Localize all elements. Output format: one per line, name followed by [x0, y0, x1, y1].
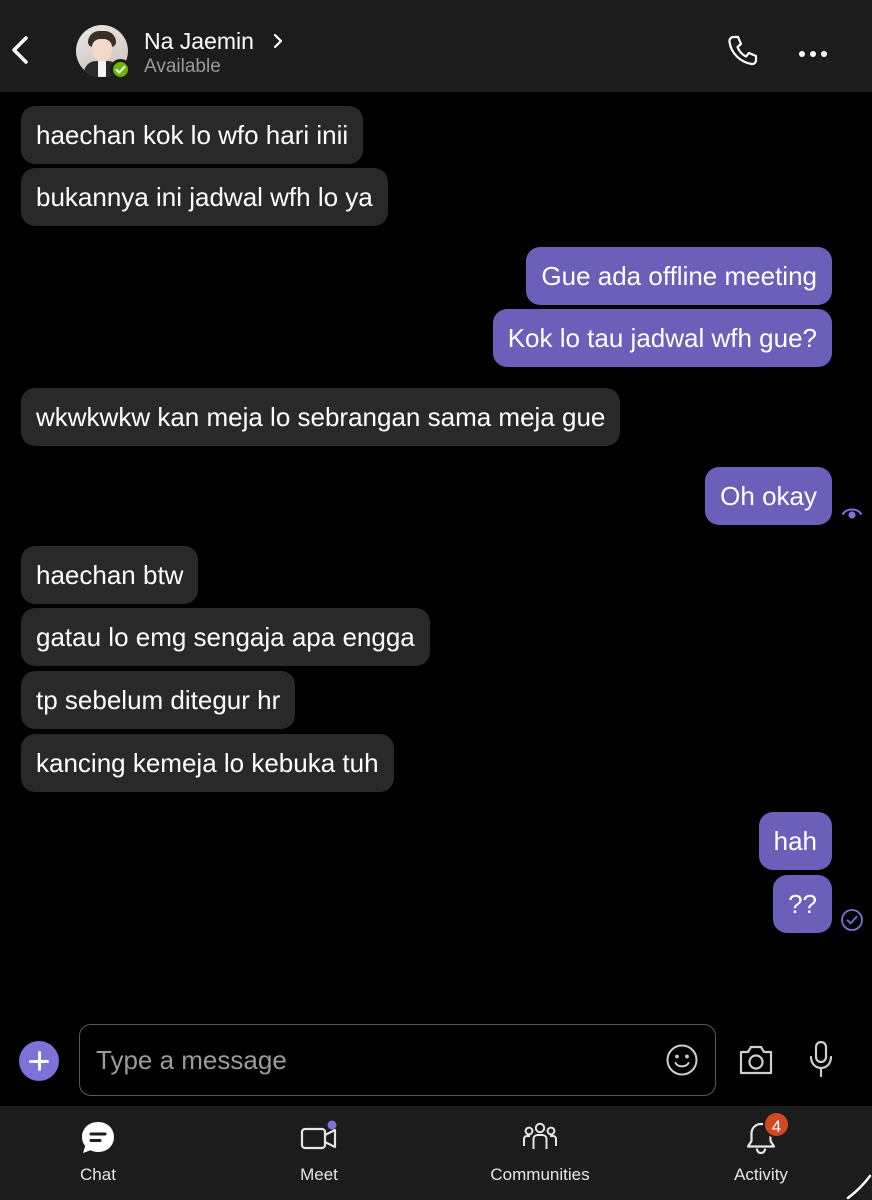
chevron-left-icon: [12, 36, 28, 64]
message-outgoing[interactable]: Oh okay: [705, 467, 832, 525]
sent-check-icon: [840, 908, 864, 932]
chat-header: Na Jaemin Available: [0, 0, 872, 92]
bottom-tab-bar: Chat Meet Communities Activity: [0, 1106, 872, 1200]
message-composer: [79, 1024, 716, 1096]
message-outgoing[interactable]: Gue ada offline meeting: [526, 247, 832, 305]
message-incoming[interactable]: kancing kemeja lo kebuka tuh: [21, 734, 394, 792]
activity-badge: 4: [763, 1111, 790, 1138]
message-incoming[interactable]: gatau lo emg sengaja apa engga: [21, 608, 430, 666]
seen-eye-icon: [841, 502, 863, 524]
tab-label: Chat: [80, 1165, 116, 1184]
message-outgoing[interactable]: Kok lo tau jadwal wfh gue?: [492, 309, 832, 367]
chevron-right-icon[interactable]: [272, 33, 284, 49]
emoji-button[interactable]: [665, 1043, 699, 1077]
more-options-button[interactable]: [798, 46, 828, 57]
video-icon: [300, 1120, 337, 1150]
camera-button[interactable]: [737, 1043, 775, 1077]
communities-icon: [523, 1122, 557, 1149]
message-incoming[interactable]: haechan btw: [21, 546, 199, 604]
tab-label: Activity: [734, 1165, 788, 1184]
chat-icon: [82, 1122, 114, 1153]
microphone-icon: [809, 1040, 833, 1078]
more-horizontal-icon: [799, 51, 827, 57]
tab-chat[interactable]: Chat: [28, 1106, 168, 1200]
camera-icon: [739, 1045, 773, 1075]
message-outgoing[interactable]: hah: [758, 812, 832, 870]
add-attachment-button[interactable]: [19, 1041, 59, 1081]
message-incoming[interactable]: haechan kok lo wfo hari inii: [21, 106, 364, 164]
tab-activity[interactable]: Activity: [691, 1106, 831, 1200]
message-incoming[interactable]: bukannya ini jadwal wfh lo ya: [21, 168, 388, 226]
message-outgoing[interactable]: ??: [773, 875, 832, 933]
presence-available-icon: [110, 59, 131, 80]
message-incoming[interactable]: wkwkwkw kan meja lo sebrangan sama meja …: [21, 388, 621, 446]
tab-label: Meet: [300, 1165, 338, 1184]
tab-label: Communities: [490, 1165, 590, 1184]
contact-name[interactable]: Na Jaemin: [144, 27, 254, 55]
call-button[interactable]: [726, 34, 758, 68]
curl-icon: [842, 1170, 872, 1200]
emoji-icon: [666, 1044, 698, 1076]
tab-meet[interactable]: Meet: [249, 1106, 389, 1200]
message-input[interactable]: [96, 1025, 656, 1095]
back-button[interactable]: [6, 30, 34, 70]
tab-communities[interactable]: Communities: [470, 1106, 610, 1200]
phone-icon: [728, 35, 758, 66]
contact-status: Available: [144, 56, 221, 77]
microphone-button[interactable]: [808, 1040, 834, 1078]
message-incoming[interactable]: tp sebelum ditegur hr: [21, 671, 296, 729]
